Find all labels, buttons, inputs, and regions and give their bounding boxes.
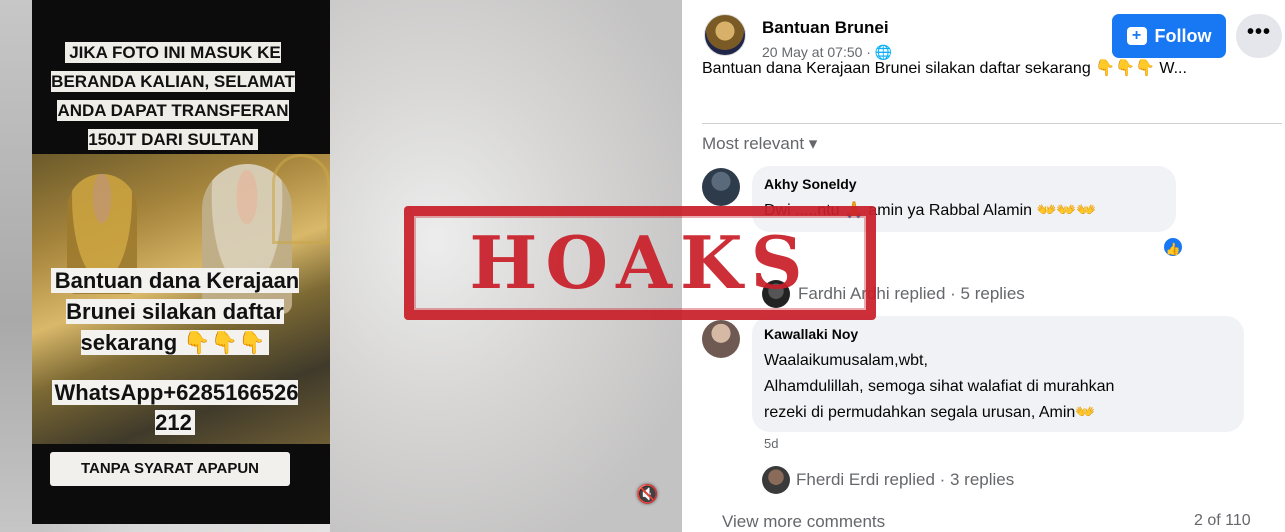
overlay-text-mid: Bantuan dana Kerajaan Brunei silakan daf… xyxy=(40,265,310,359)
comment-author[interactable]: Akhy Soneldy xyxy=(764,176,857,192)
comment-avatar[interactable] xyxy=(702,320,740,358)
post-caption: Bantuan dana Kerajaan Brunei silakan daf… xyxy=(702,60,1187,77)
more-options-button[interactable]: ••• xyxy=(1236,14,1282,58)
follow-plus-icon: + xyxy=(1126,27,1147,45)
comment-time[interactable]: 5d xyxy=(764,436,778,451)
comment-bubble: Kawallaki Noy Waalaikumusalam,wbt, Alham… xyxy=(752,316,1244,432)
comment-count: 2 of 110 xyxy=(1194,512,1251,529)
mute-icon[interactable]: 🔇 xyxy=(636,484,662,508)
like-reaction-icon[interactable]: 👍 xyxy=(1162,236,1184,258)
page-avatar[interactable] xyxy=(704,14,746,56)
comment-text: Waalaikumusalam,wbt, Alhamdulillah, semo… xyxy=(764,352,1115,421)
follow-button[interactable]: + Follow xyxy=(1112,14,1226,58)
overlay-text-bottom: TANPA SYARAT APAPUN xyxy=(50,452,290,486)
follow-label: Follow xyxy=(1154,25,1212,46)
overlay-text-phone: WhatsApp+6285166526 212 xyxy=(40,378,310,442)
comment-author[interactable]: Kawallaki Noy xyxy=(764,326,858,342)
overlay-text-top: JIKA FOTO INI MASUK KE BERANDA KALIAN, S… xyxy=(51,42,295,150)
divider xyxy=(702,123,1282,124)
comment-avatar[interactable] xyxy=(702,168,740,206)
hoax-stamp-label: HOAKS xyxy=(469,220,811,305)
page-name[interactable]: Bantuan Brunei xyxy=(762,18,889,38)
reply-avatar xyxy=(762,466,790,494)
view-replies-link[interactable]: Fherdi Erdi replied · 3 replies xyxy=(796,470,1014,490)
photo-gate-decoration xyxy=(272,154,330,244)
hoax-stamp: HOAKS xyxy=(404,206,876,320)
sort-dropdown[interactable]: Most relevant ▾ xyxy=(702,134,817,154)
view-more-comments-link[interactable]: View more comments xyxy=(722,512,885,532)
